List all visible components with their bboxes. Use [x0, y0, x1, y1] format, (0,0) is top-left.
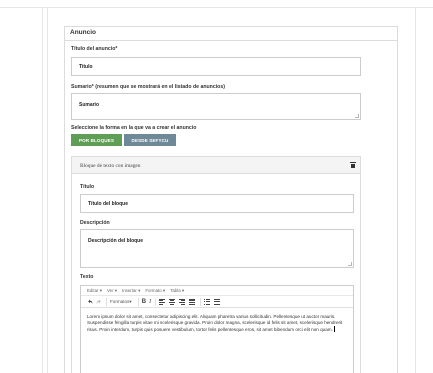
- menu-ver-label: Ver: [106, 287, 114, 293]
- undo-icon[interactable]: [87, 298, 93, 306]
- sumario-textarea[interactable]: Sumario: [71, 93, 361, 120]
- resize-handle-icon[interactable]: [348, 262, 352, 266]
- por-bloques-button[interactable]: POR BLOQUES: [71, 134, 122, 146]
- resize-handle-icon[interactable]: [355, 114, 359, 118]
- caret-down-icon: ▾: [99, 287, 102, 293]
- caret-down-icon: ▾: [114, 287, 117, 293]
- toolbar-separator: [137, 297, 139, 306]
- rich-text-editor[interactable]: Editar ▾ Ver ▾ Insertar ▾ Formato ▾ Tabl…: [80, 285, 354, 373]
- descripcion-textarea-value: Descripción del bloque: [88, 238, 144, 244]
- caret-down-icon: ▾: [181, 287, 185, 293]
- forma-label: Seleccione la forma en la que va a crear…: [71, 125, 197, 131]
- caret-down-icon: ▾: [138, 287, 141, 293]
- editor-content[interactable]: Lorem ipsum dolor sit amet, consectetur …: [87, 314, 349, 333]
- menu-editar-label: Editar: [87, 287, 99, 293]
- descripcion-label: Descripción: [80, 220, 110, 226]
- sumario-label: Sumario* (resumen que se mostrará en el …: [71, 84, 225, 90]
- titulo-input[interactable]: Titulo: [71, 57, 361, 76]
- menu-ver[interactable]: Ver ▾: [107, 288, 117, 294]
- titulo-input-value: Titulo: [79, 63, 93, 70]
- right-gutter-line: [415, 8, 416, 373]
- toolbar-separator: [200, 297, 202, 306]
- align-left-icon[interactable]: [159, 298, 166, 305]
- editor-content-text: Lorem ipsum dolor sit amet, consectetur …: [87, 314, 343, 332]
- left-gutter-line: [42, 8, 43, 373]
- block-titulo-input-value: Título del bloque: [88, 200, 128, 207]
- block-titulo-label: Título: [80, 184, 95, 190]
- formats-dropdown-label: Formatos: [110, 299, 130, 304]
- redo-icon[interactable]: [96, 298, 102, 306]
- menu-insertar[interactable]: Insertar ▾: [122, 288, 140, 294]
- texto-label: Texto: [80, 274, 94, 280]
- numbered-list-icon[interactable]: [214, 298, 221, 305]
- toolbar-separator: [155, 297, 157, 306]
- menu-editar[interactable]: Editar ▾: [87, 288, 102, 294]
- descripcion-textarea[interactable]: Descripción del bloque: [80, 229, 354, 268]
- titulo-label: Título del anuncio*: [71, 46, 118, 52]
- block-header: Bloque de texto con imagen: [72, 157, 360, 174]
- block-titulo-input[interactable]: Título del bloque: [80, 194, 354, 213]
- menu-formato[interactable]: Formato ▾: [145, 288, 165, 294]
- menu-tabla-label: Tabla: [170, 287, 181, 293]
- menu-formato-label: Formato: [145, 287, 162, 293]
- caret-down-icon: ▾: [162, 287, 166, 293]
- formats-dropdown[interactable]: Formatos ▾: [110, 298, 132, 306]
- toolbar-separator: [106, 297, 107, 306]
- bold-button[interactable]: B: [142, 298, 146, 306]
- bullet-list-icon[interactable]: [204, 298, 211, 305]
- left-gutter-line-inner: [47, 8, 48, 373]
- sumario-textarea-value: Sumario: [79, 102, 100, 108]
- menu-tabla[interactable]: Tabla ▾: [170, 288, 184, 294]
- desde-sefycu-button[interactable]: DESDE SEFYCU: [124, 134, 176, 146]
- text-cursor: [333, 326, 335, 332]
- align-center-icon[interactable]: [169, 298, 176, 305]
- menu-insertar-label: Insertar: [121, 287, 137, 293]
- caret-down-icon: ▾: [129, 298, 132, 304]
- top-divider: [0, 7, 433, 8]
- panel-title: Anuncio: [65, 27, 397, 41]
- block-title: Bloque de texto con imagen: [80, 163, 141, 169]
- editor-menubar: Editar ▾ Ver ▾ Insertar ▾ Formato ▾ Tabl…: [81, 286, 353, 296]
- italic-button[interactable]: I: [149, 298, 151, 306]
- align-right-icon[interactable]: [179, 298, 186, 305]
- trash-icon[interactable]: [350, 162, 356, 168]
- editor-toolbar: Formatos ▾ B I: [81, 296, 353, 308]
- align-justify-icon[interactable]: [189, 298, 196, 305]
